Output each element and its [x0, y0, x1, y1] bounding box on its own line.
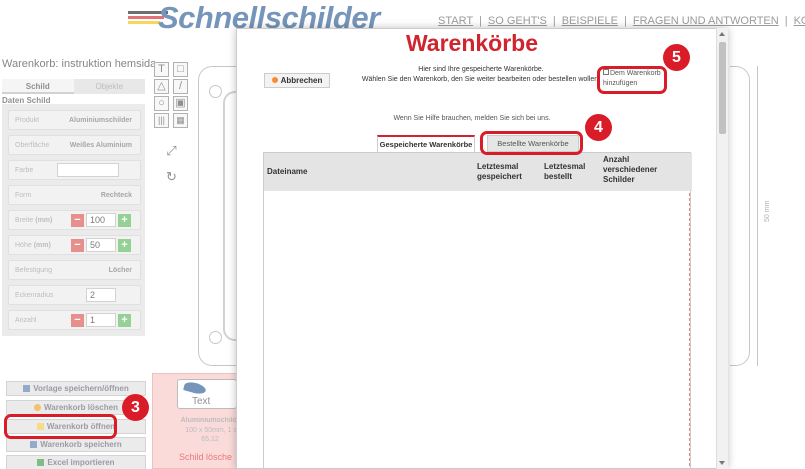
highlight-open-cart — [4, 414, 117, 439]
col-count: Anzahl verschiedener Schilder — [603, 155, 658, 184]
scroll-up-icon[interactable] — [719, 32, 725, 36]
scroll-thumb[interactable] — [719, 42, 726, 134]
tab-saved-carts[interactable]: Gespeicherte Warenkörbe — [377, 135, 475, 152]
table-edge — [689, 193, 691, 468]
step-badge-4: 4 — [585, 114, 612, 141]
modal-info: Hier sind Ihre gespeicherte Warenkörbe. … — [341, 65, 621, 85]
col-last-ordered: Letztesmal bestellt — [544, 162, 586, 181]
modal-title: Warenkörbe — [405, 30, 539, 56]
step-badge-5: 5 — [663, 44, 690, 71]
table-header: Dateiname Letztesmal gespeichert Letztes… — [264, 153, 692, 191]
highlight-add-checkbox — [597, 66, 667, 94]
cancel-button[interactable]: Abbrechen — [264, 73, 330, 88]
scroll-down-icon[interactable] — [719, 461, 725, 465]
cancel-icon — [271, 77, 278, 83]
info-line-2: Wählen Sie den Warenkorb, den Sie weiter… — [361, 76, 601, 83]
modal-scrollbar[interactable] — [716, 28, 728, 469]
col-last-saved: Letztesmal gespeichert — [477, 162, 522, 181]
carts-modal: Warenkörbe Hier sind Ihre gespeicherte W… — [236, 28, 728, 469]
step-badge-3: 3 — [122, 394, 149, 421]
info-line-1: Hier sind Ihre gespeicherte Warenkörbe. — [418, 66, 544, 73]
highlight-ordered-tab — [480, 131, 583, 155]
help-text: Wenn Sie Hilfe brauchen, melden Sie sich… — [393, 115, 551, 122]
col-filename: Dateiname — [267, 167, 308, 176]
carts-table: Dateiname Letztesmal gespeichert Letztes… — [263, 152, 692, 468]
